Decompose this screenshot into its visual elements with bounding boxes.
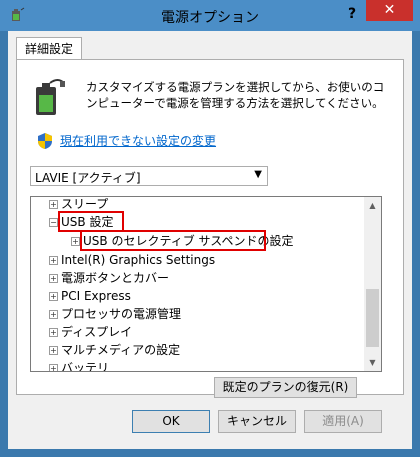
tree-item-battery[interactable]: バッテリ xyxy=(61,359,109,371)
tree-item-processor-power[interactable]: プロセッサの電源管理 xyxy=(61,305,181,323)
chevron-down-icon: ▼ xyxy=(254,169,262,180)
restore-default-plan-button[interactable]: 既定のプランの復元(R) xyxy=(214,377,357,398)
expand-plus-icon[interactable]: + xyxy=(49,200,58,209)
description-text: カスタマイズする電源プランを選択してから、お使いのコンピューターで電源を管理する… xyxy=(86,80,385,110)
dialog-client-area: 詳細設定 カスタマイズする電源プランを選択してから、お使いのコンピューターで電源… xyxy=(8,31,412,449)
collapse-minus-icon[interactable]: − xyxy=(49,218,58,227)
ok-button[interactable]: OK xyxy=(132,410,210,433)
usb-selective-suspend-highlight xyxy=(80,230,266,251)
tree-item-pci-express[interactable]: PCI Express xyxy=(61,287,131,305)
scroll-up-arrow-icon[interactable]: ▲ xyxy=(364,197,381,214)
expand-plus-icon[interactable]: + xyxy=(49,328,58,337)
tree-item-intel-graphics[interactable]: Intel(R) Graphics Settings xyxy=(61,251,215,269)
settings-tree[interactable]: スリープ + USB 設定 − USB のセレクティブ サスペンドの設定 + I… xyxy=(30,196,382,372)
expand-plus-icon[interactable]: + xyxy=(49,292,58,301)
apply-button[interactable]: 適用(A) xyxy=(304,410,382,433)
uac-shield-icon xyxy=(38,133,52,149)
expand-plus-icon[interactable]: + xyxy=(49,310,58,319)
tree-item-power-buttons-lid[interactable]: 電源ボタンとカバー xyxy=(61,269,169,287)
expand-plus-icon[interactable]: + xyxy=(49,274,58,283)
title-bar: 電源オプション ? ✕ xyxy=(0,0,420,31)
change-unavailable-settings-link[interactable]: 現在利用できない設定の変更 xyxy=(60,132,216,149)
battery-plug-icon xyxy=(36,79,65,115)
expand-plus-icon[interactable]: + xyxy=(71,237,80,246)
help-button[interactable]: ? xyxy=(338,4,366,24)
tree-scrollbar[interactable]: ▲ ▼ xyxy=(364,197,381,371)
tree-item-display[interactable]: ディスプレイ xyxy=(61,323,132,341)
cancel-button[interactable]: キャンセル xyxy=(218,410,296,433)
scroll-down-arrow-icon[interactable]: ▼ xyxy=(364,354,381,371)
power-plan-select[interactable]: LAVIE [アクティブ] ▼ xyxy=(30,166,268,186)
tree-item-multimedia[interactable]: マルチメディアの設定 xyxy=(61,341,180,359)
power-options-window: 電源オプション ? ✕ 詳細設定 カスタマイズする電源プランを選択してから、お使… xyxy=(0,0,420,457)
expand-plus-icon[interactable]: + xyxy=(49,364,58,371)
scroll-thumb[interactable] xyxy=(366,289,379,347)
usb-settings-highlight xyxy=(58,211,124,232)
tab-advanced-settings[interactable]: 詳細設定 xyxy=(16,37,83,60)
close-button[interactable]: ✕ xyxy=(366,0,413,21)
power-plan-selected-value: LAVIE [アクティブ] xyxy=(35,171,141,185)
expand-plus-icon[interactable]: + xyxy=(49,346,58,355)
expand-plus-icon[interactable]: + xyxy=(49,256,58,265)
